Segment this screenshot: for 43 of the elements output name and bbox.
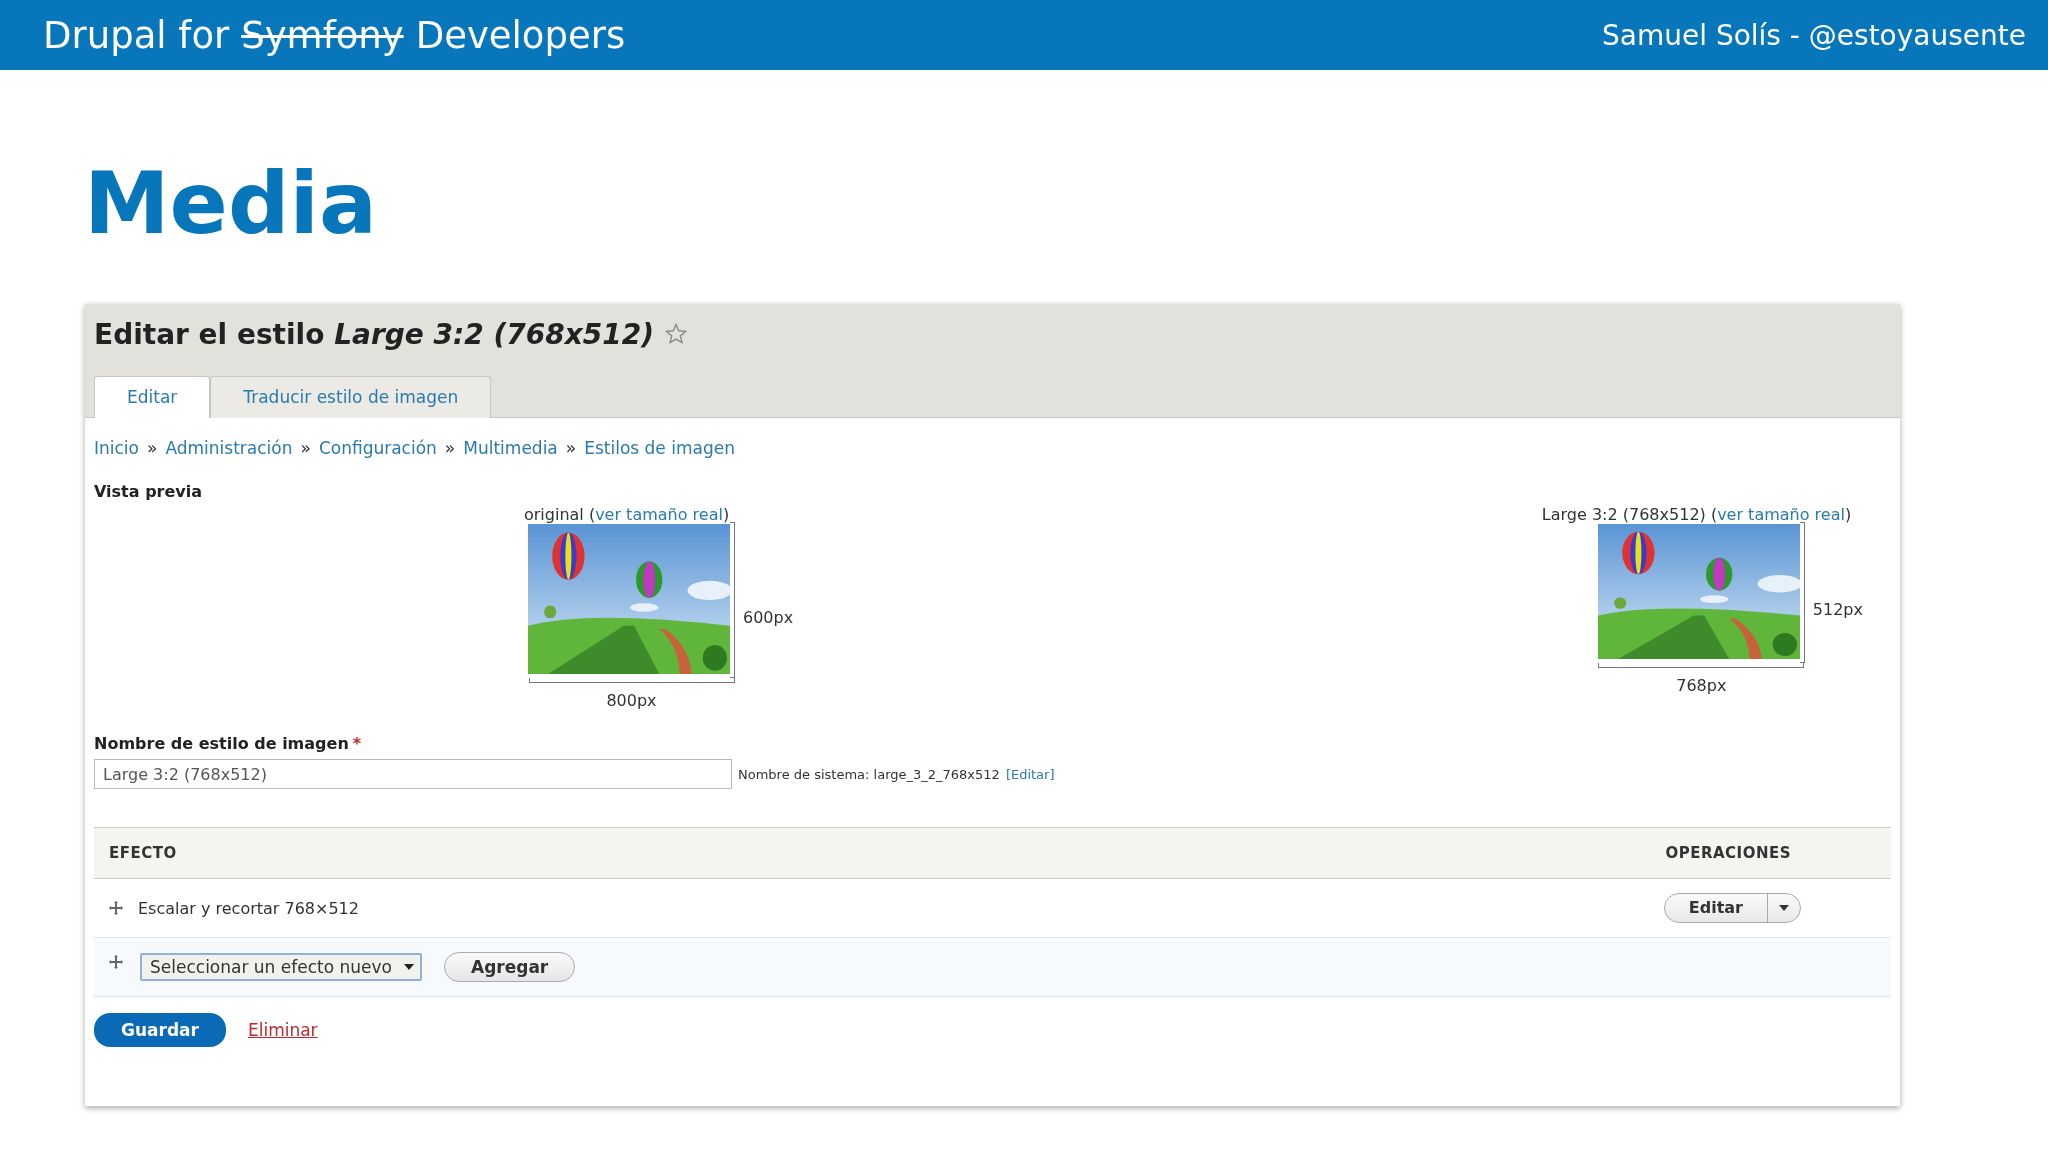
- full-size-link[interactable]: ver tamaño real: [595, 505, 723, 524]
- drag-handle-icon[interactable]: [108, 954, 124, 970]
- width-label: 768px: [1676, 676, 1727, 695]
- tab[interactable]: Editar: [94, 376, 211, 418]
- breadcrumb-link[interactable]: Multimedia: [463, 438, 558, 458]
- input-field[interactable]: Large 3:2 (768x512): [94, 759, 732, 789]
- author-name: Samuel Solís - @estoyausente: [1602, 18, 2026, 52]
- star-icon[interactable]: [663, 322, 688, 346]
- image-caption: original (ver tamaño real): [524, 505, 730, 524]
- caret-icon: [404, 964, 414, 970]
- breadcrumb-link[interactable]: Inicio: [94, 438, 139, 458]
- edit-button[interactable]: Editar: [1664, 894, 1768, 922]
- height-label: 600px: [743, 607, 794, 627]
- full-size-link[interactable]: ver tamaño real: [1717, 505, 1845, 524]
- height-label: 512px: [1812, 600, 1863, 619]
- required-mark: *: [352, 734, 362, 753]
- breadcrumb-separator: »: [565, 438, 577, 458]
- edit-split-button[interactable]: Editar: [1663, 893, 1801, 923]
- machine-name: Nombre de sistema: large_3_2_768x512: [738, 766, 1000, 782]
- field-label: Nombre de estilo de imagen: [94, 734, 349, 753]
- breadcrumb-link[interactable]: Configuración: [318, 438, 437, 458]
- edit-link[interactable]: [Editar]: [1005, 766, 1055, 782]
- drag-handle-icon[interactable]: [108, 900, 124, 916]
- caret-icon[interactable]: [1779, 905, 1789, 911]
- image-caption: Large 3:2 (768x512) (ver tamaño real): [1541, 505, 1852, 524]
- breadcrumb-separator: »: [147, 438, 158, 458]
- talk-title: Drupal for Symfony Developers: [43, 13, 626, 57]
- tab[interactable]: Traducir estilo de imagen: [210, 376, 492, 418]
- effect-name: Escalar y recortar 768×512: [138, 898, 360, 918]
- breadcrumb-separator: »: [444, 438, 456, 458]
- page-title: Editar el estilo Large 3:2 (768x512): [94, 317, 654, 351]
- delete-link[interactable]: Eliminar: [247, 1020, 318, 1040]
- save-button[interactable]: Guardar: [94, 1013, 226, 1047]
- slide-title: Media: [84, 160, 378, 246]
- column-header: OPERACIONES: [1665, 844, 1791, 862]
- breadcrumb-link[interactable]: Estilos de imagen: [584, 438, 735, 458]
- width-label: 800px: [606, 691, 657, 710]
- add-button[interactable]: Agregar: [444, 952, 576, 982]
- breadcrumb-separator: »: [300, 438, 311, 458]
- column-header: EFECTO: [109, 844, 177, 862]
- preview-label: Vista previa: [94, 482, 204, 501]
- breadcrumb-link[interactable]: Administración: [165, 438, 293, 458]
- effect-select[interactable]: Seleccionar un efecto nuevo: [140, 953, 422, 981]
